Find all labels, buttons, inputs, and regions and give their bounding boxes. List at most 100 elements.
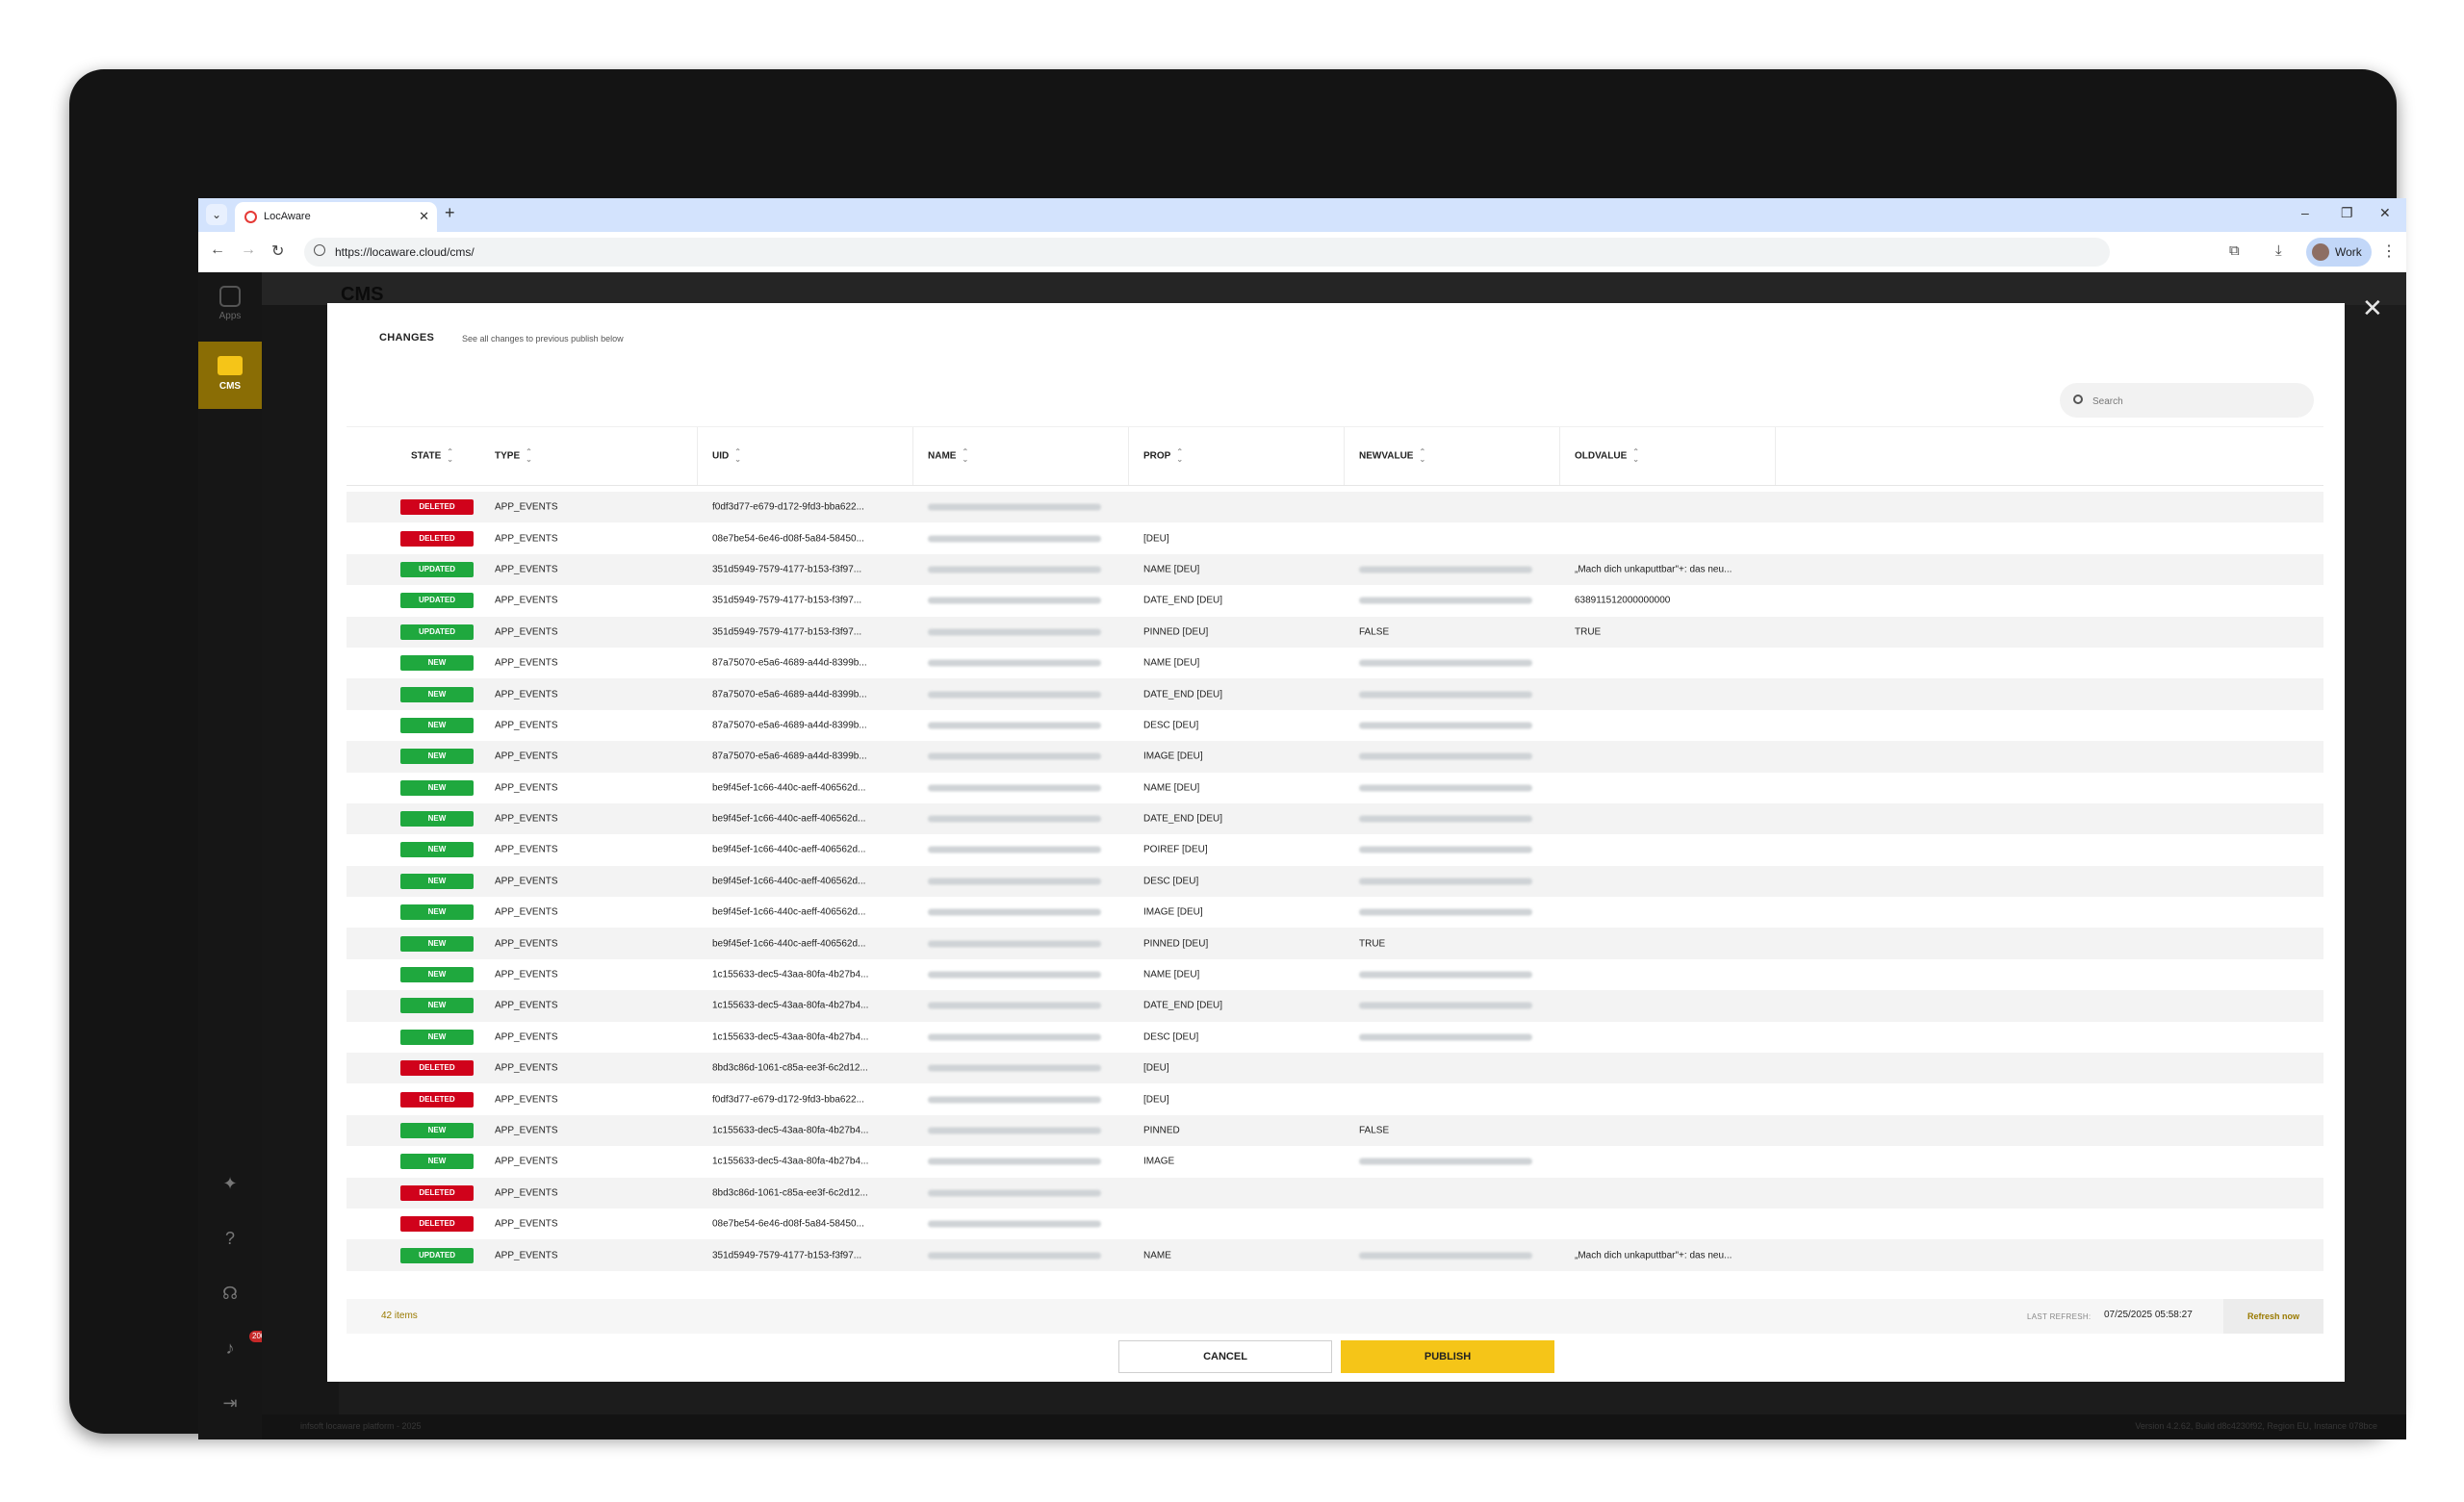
table-row[interactable]: UPDATED APP_EVENTS 351d5949-7579-4177-b153…: [346, 553, 2323, 586]
type-cell: APP_EVENTS: [495, 782, 558, 794]
type-cell: APP_EVENTS: [495, 689, 558, 700]
tab-close-icon[interactable]: ✕: [419, 209, 429, 224]
back-icon[interactable]: ←: [210, 242, 225, 259]
browser-tab[interactable]: LocAware ✕: [235, 202, 437, 232]
sort-icon[interactable]: ⌃ ⌄: [734, 448, 741, 464]
col-header-type[interactable]: TYPE ⌃ ⌄: [495, 448, 532, 466]
type-cell: APP_EVENTS: [495, 751, 558, 762]
table-row[interactable]: DELETED APP_EVENTS 8bd3c86d-1061-c85a-ee3f…: [346, 1053, 2323, 1084]
type-cell: APP_EVENTS: [495, 1156, 558, 1167]
app-area: Apps CMS ✦ ? ☊ ♪ 200 ⇥ CMS infsoft locaw…: [198, 272, 2406, 1439]
rail-apps[interactable]: Apps: [198, 278, 262, 336]
state-badge: UPDATED: [400, 593, 474, 609]
minimize-icon[interactable]: –: [2301, 205, 2309, 220]
help-icon[interactable]: ?: [218, 1227, 242, 1250]
sort-icon[interactable]: ⌃ ⌄: [962, 448, 968, 464]
modal-close-icon[interactable]: ✕: [2362, 293, 2383, 323]
table-row[interactable]: DELETED APP_EVENTS 8bd3c86d-1061-c85a-ee3f…: [346, 1177, 2323, 1209]
col-header-newvalue[interactable]: NEWVALUE ⌃ ⌄: [1359, 448, 1425, 466]
table-row[interactable]: NEW APP_EVENTS 87a75070-e5a6-4689-a44d-839…: [346, 710, 2323, 741]
logout-icon[interactable]: ⇥: [218, 1391, 242, 1414]
state-badge: NEW: [400, 655, 474, 672]
rail-cms[interactable]: CMS: [198, 342, 262, 409]
cancel-button[interactable]: CANCEL: [1118, 1340, 1332, 1373]
search-box[interactable]: [2060, 383, 2314, 418]
table-row[interactable]: NEW APP_EVENTS 1c155633-dec5-43aa-80fa-4b2…: [346, 1022, 2323, 1053]
name-cell-redacted: [928, 878, 1101, 885]
sort-icon[interactable]: ⌃ ⌄: [1632, 448, 1639, 464]
name-cell-redacted: [928, 1127, 1101, 1134]
forward-icon[interactable]: →: [241, 242, 256, 259]
col-header-uid[interactable]: UID ⌃ ⌄: [712, 448, 741, 466]
prop-cell: [DEU]: [1143, 1094, 1169, 1106]
table-row[interactable]: NEW APP_EVENTS 1c155633-dec5-43aa-80fa-4b2…: [346, 959, 2323, 990]
table-row[interactable]: NEW APP_EVENTS 1c155633-dec5-43aa-80fa-4b2…: [346, 1114, 2323, 1147]
table-row[interactable]: NEW APP_EVENTS 1c155633-dec5-43aa-80fa-4b2…: [346, 990, 2323, 1022]
col-header-prop[interactable]: PROP ⌃ ⌄: [1143, 448, 1183, 466]
download-icon[interactable]: ⤓: [2275, 242, 2282, 259]
table-row[interactable]: NEW APP_EVENTS be9f45ef-1c66-440c-aeff-406…: [346, 928, 2323, 959]
table-row[interactable]: DELETED APP_EVENTS 08e7be54-6e46-d08f-5a84…: [346, 522, 2323, 553]
browser-menu-icon[interactable]: ⋮: [2381, 242, 2397, 261]
publish-button[interactable]: PUBLISH: [1341, 1340, 1554, 1373]
type-cell: APP_EVENTS: [495, 876, 558, 887]
table-row[interactable]: NEW APP_EVENTS be9f45ef-1c66-440c-aeff-406…: [346, 802, 2323, 835]
search-input[interactable]: [2091, 393, 2306, 410]
newvalue-cell-redacted: [1359, 815, 1532, 823]
table-row[interactable]: DELETED APP_EVENTS 08e7be54-6e46-d08f-5a84…: [346, 1209, 2323, 1239]
col-header-name[interactable]: NAME ⌃ ⌄: [928, 448, 968, 466]
prop-cell: POIREF [DEU]: [1143, 844, 1208, 855]
table-row[interactable]: NEW APP_EVENTS be9f45ef-1c66-440c-aeff-406…: [346, 865, 2323, 898]
table-row[interactable]: NEW APP_EVENTS be9f45ef-1c66-440c-aeff-406…: [346, 773, 2323, 803]
state-badge: NEW: [400, 779, 474, 796]
table-row[interactable]: NEW APP_EVENTS 87a75070-e5a6-4689-a44d-839…: [346, 678, 2323, 710]
table-row[interactable]: UPDATED APP_EVENTS 351d5949-7579-4177-b153…: [346, 585, 2323, 616]
address-bar[interactable]: https://locaware.cloud/cms/: [304, 238, 2110, 267]
support-headset-icon[interactable]: ☊: [218, 1282, 242, 1305]
table-row[interactable]: NEW APP_EVENTS 87a75070-e5a6-4689-a44d-839…: [346, 648, 2323, 678]
new-tab-icon[interactable]: +: [445, 203, 455, 223]
table-row[interactable]: NEW APP_EVENTS be9f45ef-1c66-440c-aeff-406…: [346, 897, 2323, 928]
restore-icon[interactable]: ❐: [2341, 205, 2353, 221]
newvalue-cell-redacted: [1359, 846, 1532, 853]
sort-icon[interactable]: ⌃ ⌄: [1419, 448, 1425, 464]
refresh-now-button[interactable]: Refresh now: [2223, 1299, 2323, 1334]
oldvalue-cell: 638911512000000000: [1575, 595, 1671, 606]
notifications-bell-icon[interactable]: ♪ 200: [218, 1331, 269, 1360]
sort-icon[interactable]: ⌃ ⌄: [447, 448, 453, 464]
state-badge: DELETED: [400, 1216, 474, 1233]
col-header-oldvalue[interactable]: OLDVALUE ⌃ ⌄: [1575, 448, 1639, 466]
oldvalue-cell: „Mach dich unkaputtbar"+: das neu...: [1575, 1250, 1732, 1261]
magic-wand-icon[interactable]: ✦: [218, 1172, 242, 1195]
table-row[interactable]: NEW APP_EVENTS 87a75070-e5a6-4689-a44d-839…: [346, 741, 2323, 773]
extensions-icon[interactable]: ⧉: [2229, 242, 2240, 259]
name-cell-redacted: [928, 1252, 1101, 1260]
sort-icon[interactable]: ⌃ ⌄: [1176, 448, 1183, 464]
profile-button[interactable]: Work: [2306, 238, 2372, 267]
table-row[interactable]: NEW APP_EVENTS 1c155633-dec5-43aa-80fa-4b2…: [346, 1146, 2323, 1177]
type-cell: APP_EVENTS: [495, 1031, 558, 1043]
type-cell: APP_EVENTS: [495, 1062, 558, 1074]
table-row[interactable]: DELETED APP_EVENTS f0df3d77-e679-d172-9fd3…: [346, 492, 2323, 523]
table-scrollbar[interactable]: [2314, 492, 2323, 1281]
sort-icon[interactable]: ⌃ ⌄: [526, 448, 532, 464]
col-header-state[interactable]: STATE ⌃ ⌄: [411, 448, 453, 466]
table-row[interactable]: NEW APP_EVENTS be9f45ef-1c66-440c-aeff-406…: [346, 834, 2323, 865]
newvalue-cell-redacted: [1359, 752, 1532, 760]
locaware-favicon-icon: [244, 211, 257, 223]
name-cell-redacted: [928, 691, 1101, 699]
name-cell-redacted: [928, 659, 1101, 667]
table-row[interactable]: DELETED APP_EVENTS f0df3d77-e679-d172-9fd3…: [346, 1083, 2323, 1114]
reload-icon[interactable]: ↻: [271, 242, 284, 261]
table-row[interactable]: UPDATED APP_EVENTS 351d5949-7579-4177-b153…: [346, 1239, 2323, 1271]
newvalue-cell-redacted: [1359, 659, 1532, 667]
prop-cell: IMAGE: [1143, 1156, 1175, 1167]
name-cell-redacted: [928, 1002, 1101, 1009]
tab-search-chevron-icon[interactable]: ⌄: [206, 204, 227, 225]
site-info-icon[interactable]: [314, 244, 325, 256]
state-badge: NEW: [400, 686, 474, 702]
table-row[interactable]: UPDATED APP_EVENTS 351d5949-7579-4177-b153…: [346, 616, 2323, 648]
window-close-icon[interactable]: ✕: [2379, 205, 2391, 221]
newvalue-cell-redacted: [1359, 691, 1532, 699]
prop-cell: DESC [DEU]: [1143, 1031, 1199, 1043]
